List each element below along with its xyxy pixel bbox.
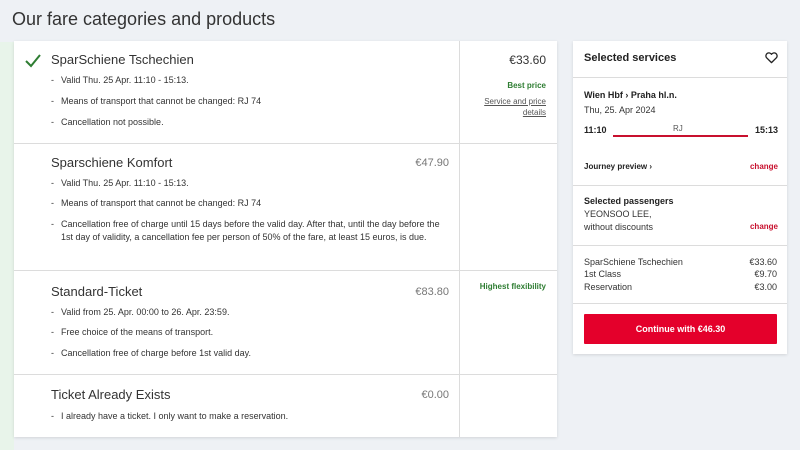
train-label: RJ [673, 124, 683, 133]
fare-option-ticket-already-exists[interactable]: Ticket Already Exists €0.00 I already ha… [14, 375, 557, 437]
passengers-title: Selected passengers [584, 196, 674, 206]
price-line-item: 1st Class €9.70 [584, 269, 777, 279]
fare-conditions: Valid Thu. 25 Apr. 11:10 - 15:13. Means … [51, 177, 451, 244]
route: Wien Hbf › Praha hl.n. [584, 90, 677, 100]
journey-preview-link[interactable]: Journey preview › [584, 162, 652, 171]
column-divider [459, 375, 460, 437]
panel-title: Selected services [584, 52, 677, 64]
fare-condition: Means of transport that cannot be change… [51, 197, 451, 210]
divider [573, 245, 787, 246]
column-divider [459, 41, 460, 143]
line-item-label: SparSchiene Tschechien [584, 257, 683, 267]
fare-name: Standard-Ticket [51, 284, 143, 299]
change-journey-link[interactable]: change [750, 162, 778, 171]
divider [573, 185, 787, 186]
line-item-price: €9.70 [754, 269, 777, 279]
fare-price: €33.60 [509, 53, 546, 67]
fare-condition: Cancellation free of charge until 15 day… [51, 218, 451, 244]
fare-condition: Free choice of the means of transport. [51, 326, 451, 339]
heart-icon[interactable] [765, 52, 778, 64]
selected-services-panel: Selected services Wien Hbf › Praha hl.n.… [573, 41, 787, 354]
price-line-item: Reservation €3.00 [584, 282, 777, 292]
passenger-discount: without discounts [584, 222, 654, 232]
line-item-price: €3.00 [754, 282, 777, 292]
fare-price: €47.90 [415, 157, 449, 169]
departure-time: 11:10 [584, 125, 607, 135]
fare-option-sparschiene-tschechien[interactable]: SparSchiene Tschechien Valid Thu. 25 Apr… [14, 41, 557, 144]
fare-price: €0.00 [421, 389, 449, 401]
continue-button[interactable]: Continue with €46.30 [584, 314, 777, 344]
fare-condition: Cancellation not possible. [51, 116, 451, 129]
fare-list: SparSchiene Tschechien Valid Thu. 25 Apr… [14, 41, 557, 437]
line-item-label: 1st Class [584, 269, 622, 279]
line-item-label: Reservation [584, 282, 633, 292]
travel-date: Thu, 25. Apr 2024 [584, 105, 656, 115]
panel-header: Selected services [573, 41, 787, 78]
highest-flexibility-badge: Highest flexibility [479, 282, 546, 291]
best-price-badge: Best price [507, 81, 546, 90]
column-divider [459, 271, 460, 374]
line-item-price: €33.60 [749, 257, 777, 267]
column-divider [459, 144, 460, 270]
fare-condition: Means of transport that cannot be change… [51, 95, 451, 108]
fare-condition: Valid from 25. Apr. 00:00 to 26. Apr. 23… [51, 306, 451, 319]
fare-condition: Cancellation free of charge before 1st v… [51, 347, 451, 360]
fare-option-standard-ticket[interactable]: Standard-Ticket €83.80 Valid from 25. Ap… [14, 271, 557, 375]
divider [573, 303, 787, 304]
fare-name: Sparschiene Komfort [51, 155, 173, 170]
fare-conditions: Valid Thu. 25 Apr. 11:10 - 15:13. Means … [51, 74, 451, 129]
check-icon [25, 54, 41, 68]
fare-conditions: I already have a ticket. I only want to … [51, 410, 451, 423]
change-passengers-link[interactable]: change [750, 222, 778, 231]
page-title: Our fare categories and products [12, 9, 276, 29]
fare-condition: I already have a ticket. I only want to … [51, 410, 451, 423]
fare-name: Ticket Already Exists [51, 387, 171, 402]
journey-bar [613, 135, 748, 137]
fare-condition: Valid Thu. 25 Apr. 11:10 - 15:13. [51, 177, 451, 190]
fare-price: €83.80 [415, 286, 449, 298]
arrival-time: 15:13 [754, 125, 778, 135]
passenger-name: YEONSOO LEE, [584, 209, 652, 219]
fare-option-sparschiene-komfort[interactable]: Sparschiene Komfort €47.90 Valid Thu. 25… [14, 144, 557, 271]
service-price-details-link[interactable]: Service and price details [476, 96, 546, 118]
fare-name: SparSchiene Tschechien [51, 52, 194, 67]
fare-condition: Valid Thu. 25 Apr. 11:10 - 15:13. [51, 74, 451, 87]
fare-conditions: Valid from 25. Apr. 00:00 to 26. Apr. 23… [51, 306, 451, 360]
price-line-item: SparSchiene Tschechien €33.60 [584, 257, 777, 267]
